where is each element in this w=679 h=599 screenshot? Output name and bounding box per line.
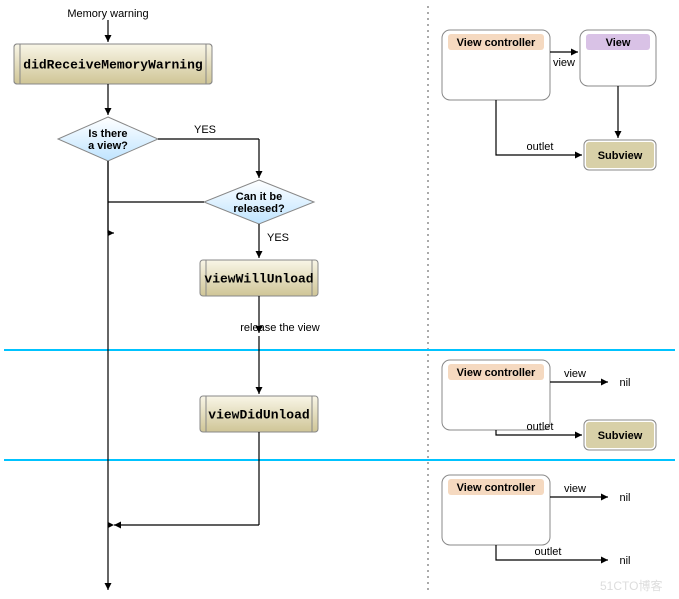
svg-text:nil: nil: [619, 555, 630, 567]
svg-text:released?: released?: [233, 203, 285, 215]
svg-text:Can it be: Can it be: [236, 191, 282, 203]
svg-text:nil: nil: [619, 492, 630, 504]
svg-text:outlet: outlet: [535, 546, 562, 558]
step-didreceivememorywarning: didReceiveMemoryWarning: [14, 44, 212, 84]
panel-2: View controller view nil Subview outlet: [442, 360, 656, 450]
svg-text:Subview: Subview: [598, 430, 643, 442]
svg-text:view: view: [553, 57, 575, 69]
panel-1: View controller View Subview view outlet: [442, 30, 656, 170]
svg-text:outlet: outlet: [527, 141, 554, 153]
svg-text:viewDidUnload: viewDidUnload: [208, 407, 309, 422]
svg-text:a view?: a view?: [88, 140, 128, 152]
svg-text:view: view: [564, 368, 586, 380]
svg-text:nil: nil: [619, 377, 630, 389]
step-viewdidunload: viewDidUnload: [200, 396, 318, 432]
yes-label-1: YES: [194, 124, 216, 136]
decision-is-there-view: Is there a view?: [58, 117, 158, 161]
svg-text:Subview: Subview: [598, 150, 643, 162]
svg-text:View controller: View controller: [457, 482, 536, 494]
yes-label-2: YES: [267, 232, 289, 244]
svg-text:view: view: [564, 483, 586, 495]
svg-text:View controller: View controller: [457, 367, 536, 379]
svg-text:didReceiveMemoryWarning: didReceiveMemoryWarning: [23, 57, 203, 72]
svg-text:View controller: View controller: [457, 37, 536, 49]
panel-3: View controller view nil outlet nil: [442, 475, 631, 567]
release-label: release the view: [240, 322, 320, 334]
watermark: 51CTO博客: [600, 578, 662, 593]
svg-text:Is there: Is there: [88, 128, 127, 140]
svg-text:viewWillUnload: viewWillUnload: [204, 271, 313, 286]
svg-text:View: View: [606, 37, 631, 49]
step-viewwillunload: viewWillUnload: [200, 260, 318, 296]
svg-text:outlet: outlet: [527, 421, 554, 433]
decision-can-release: Can it be released?: [204, 180, 314, 224]
start-label: Memory warning: [67, 8, 148, 20]
